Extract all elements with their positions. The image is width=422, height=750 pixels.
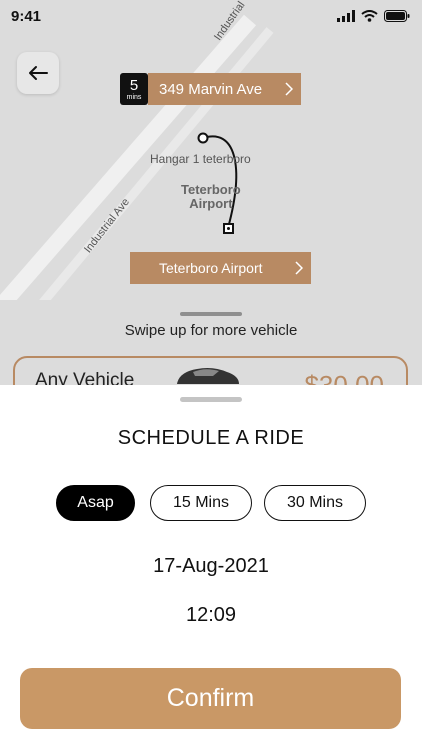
vehicle-panel-handle[interactable] [180, 312, 242, 316]
status-bar: 9:41 [0, 0, 422, 34]
ride-date[interactable]: 17-Aug-2021 [0, 555, 422, 578]
map-view[interactable]: Industrial Industrial Ave Hangar 1 teter… [0, 0, 422, 300]
chevron-right-icon [285, 82, 293, 96]
eta-unit: mins [126, 93, 142, 101]
wifi-icon [361, 10, 378, 22]
option-15-mins[interactable]: 15 Mins [150, 485, 252, 521]
vehicle-panel: Swipe up for more vehicle Any Vehicle $3… [0, 300, 422, 416]
destination-tag[interactable]: Teterboro Airport [130, 252, 311, 284]
battery-icon [384, 10, 410, 22]
ride-time[interactable]: 12:09 [0, 604, 422, 627]
signal-icon [337, 10, 355, 22]
schedule-sheet: SCHEDULE A RIDE Asap 15 Mins 30 Mins 17-… [0, 385, 422, 750]
sheet-handle[interactable] [180, 397, 242, 402]
hangar-label: Hangar 1 teterboro [150, 152, 251, 166]
option-asap[interactable]: Asap [56, 485, 135, 521]
eta-value: 5 [129, 76, 139, 94]
pickup-address: 349 Marvin Ave [148, 73, 301, 105]
destination-address: Teterboro Airport [159, 260, 263, 276]
status-time: 9:41 [11, 8, 42, 25]
back-button[interactable] [17, 52, 59, 94]
pickup-tag[interactable]: 5 mins 349 Marvin Ave [120, 73, 301, 105]
confirm-button[interactable]: Confirm [20, 668, 401, 729]
chevron-right-icon [295, 261, 303, 275]
eta-badge: 5 mins [120, 73, 148, 105]
sheet-title: SCHEDULE A RIDE [117, 427, 305, 449]
airport-label: Teterboro Airport [181, 182, 241, 211]
back-arrow-icon [29, 66, 48, 80]
option-30-mins[interactable]: 30 Mins [264, 485, 366, 521]
status-icons [337, 10, 410, 22]
pickup-address-text: 349 Marvin Ave [159, 80, 263, 98]
swipe-hint: Swipe up for more vehicle [124, 322, 298, 339]
